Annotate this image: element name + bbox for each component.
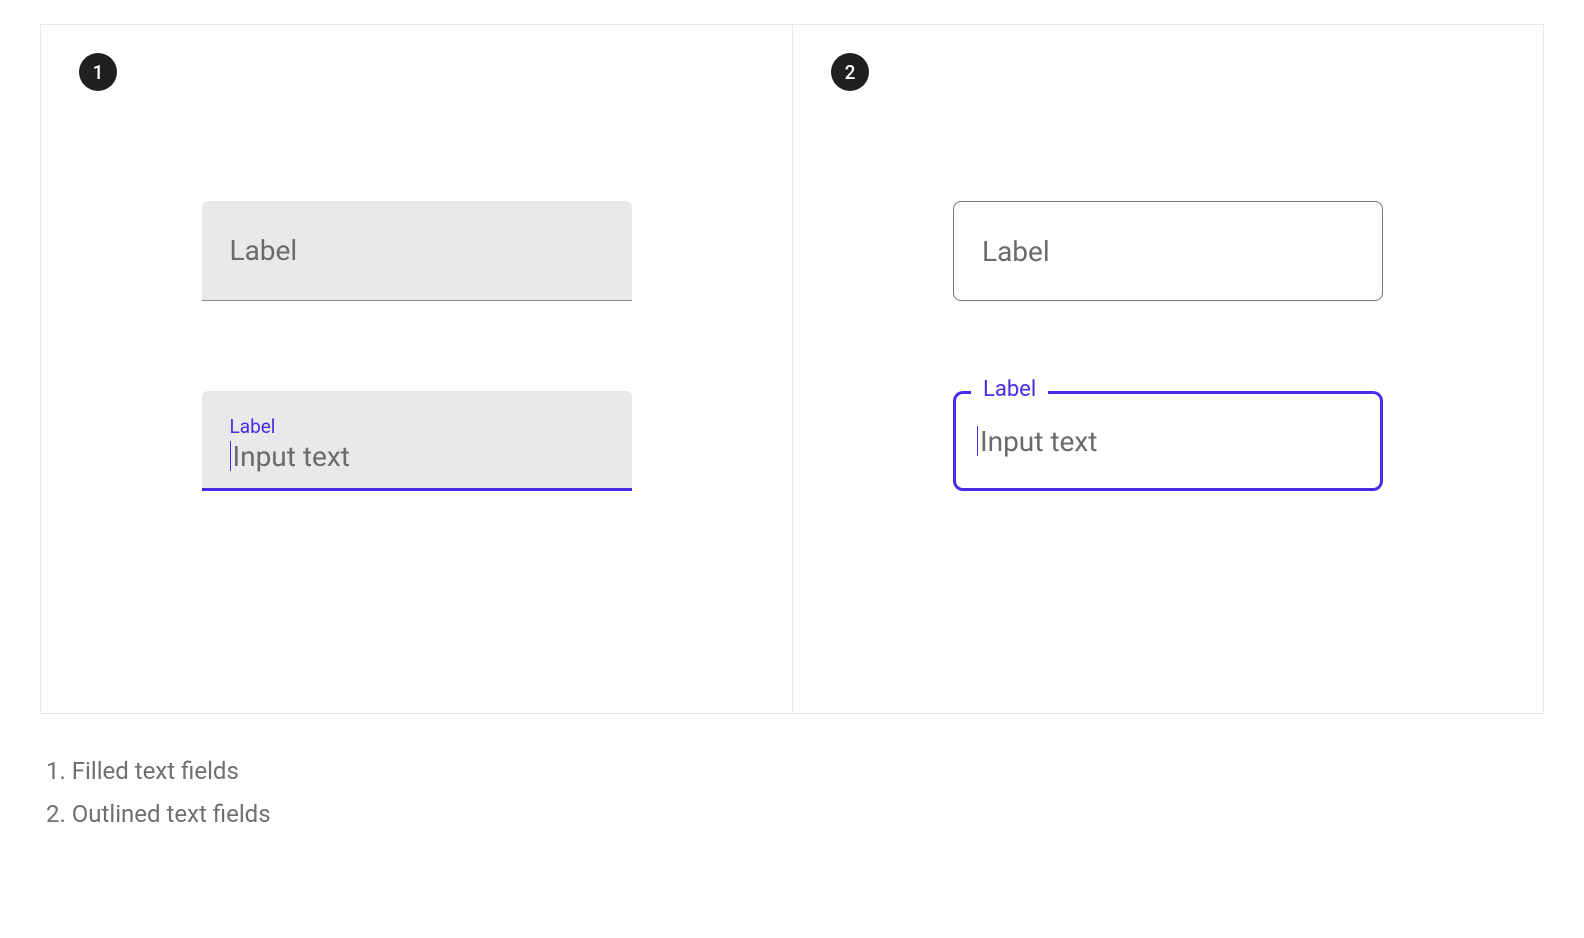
filled-field-stack: Label Label Input text [71, 201, 762, 491]
figure-frame: 1 Label Label Input text [40, 24, 1544, 714]
filled-idle-label: Label [230, 234, 298, 267]
outlined-text-field-idle[interactable]: Label [953, 201, 1383, 301]
text-caret-icon [977, 426, 978, 456]
outlined-text-field-focused[interactable]: Label Input text [953, 391, 1383, 491]
text-caret-icon [230, 441, 231, 471]
filled-text-field-focused-wrap: Label Input text [202, 391, 632, 491]
filled-focused-floating-label: Label [230, 415, 604, 438]
numbered-badge-2: 2 [831, 53, 869, 91]
page-root: 1 Label Label Input text [0, 0, 1584, 876]
filled-text-field-idle[interactable]: Label [202, 201, 632, 301]
caption-item-2: 2. Outlined text fields [46, 793, 1544, 836]
outlined-text-field-focused-wrap: Label Input text [953, 391, 1383, 491]
filled-text-field-idle-wrap: Label [202, 201, 632, 301]
outlined-focused-content: Input text [953, 391, 1383, 491]
outlined-focused-value: Input text [980, 425, 1097, 458]
caption-item-1: 1. Filled text fields [46, 750, 1544, 793]
panel-filled-text-fields: 1 Label Label Input text [41, 25, 792, 713]
outlined-idle-label: Label [982, 235, 1050, 268]
filled-focused-value: Input text [233, 440, 350, 473]
filled-text-field-focused[interactable]: Label Input text [202, 391, 632, 491]
numbered-badge-1: 1 [79, 53, 117, 91]
panel-outlined-text-fields: 2 Label Label [792, 25, 1543, 713]
outlined-field-stack: Label Label [823, 201, 1513, 491]
outlined-text-field-idle-wrap: Label [953, 201, 1383, 301]
filled-focused-input-line: Input text [230, 440, 604, 473]
figure-captions: 1. Filled text fields 2. Outlined text f… [40, 750, 1544, 836]
